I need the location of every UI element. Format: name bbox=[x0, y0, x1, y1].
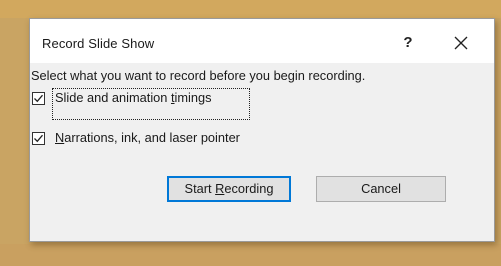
start-recording-label-pre: Start bbox=[184, 181, 216, 196]
start-recording-label-rest: ecording bbox=[224, 181, 274, 196]
backdrop-bottom bbox=[0, 244, 501, 266]
cancel-button[interactable]: Cancel bbox=[316, 176, 446, 202]
narrations-label-rest: arrations, ink, and laser pointer bbox=[64, 130, 240, 145]
slide-timings-label[interactable]: Slide and animation timings bbox=[52, 88, 250, 120]
slide-timings-label-text: Slide and animation bbox=[55, 90, 171, 105]
cancel-label: Cancel bbox=[361, 181, 401, 196]
close-button[interactable] bbox=[446, 31, 476, 55]
narrations-accel: N bbox=[55, 130, 65, 145]
help-button[interactable]: ? bbox=[396, 32, 420, 54]
narrations-label[interactable]: Narrations, ink, and laser pointer bbox=[55, 130, 240, 145]
instruction-text: Select what you want to record before yo… bbox=[31, 68, 366, 83]
narrations-checkbox[interactable] bbox=[32, 132, 45, 145]
slide-timings-checkbox[interactable] bbox=[32, 92, 45, 105]
dialog-title: Record Slide Show bbox=[42, 36, 155, 51]
dialog-titlebar: Record Slide Show ? bbox=[30, 19, 494, 63]
checkmark-icon bbox=[34, 94, 43, 103]
start-recording-accel: R bbox=[215, 181, 225, 196]
close-icon bbox=[454, 36, 468, 50]
checkmark-icon bbox=[34, 134, 43, 143]
backdrop-top bbox=[0, 0, 501, 18]
start-recording-button[interactable]: Start Recording bbox=[167, 176, 291, 202]
slide-timings-label-rest: imings bbox=[174, 90, 212, 105]
help-label: ? bbox=[403, 34, 413, 51]
